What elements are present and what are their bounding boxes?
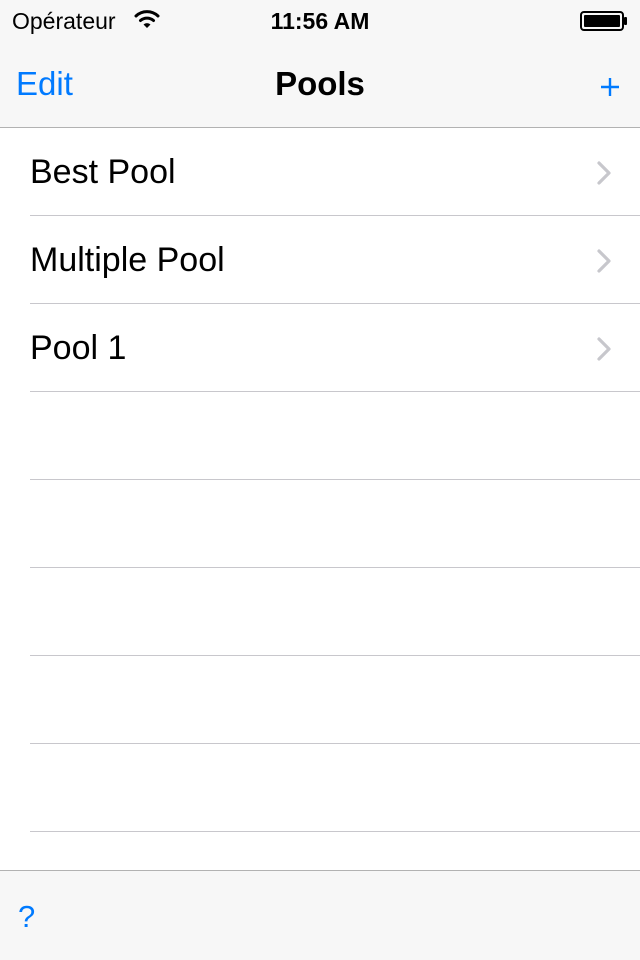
chevron-right-icon	[597, 161, 611, 185]
plus-icon[interactable]	[594, 70, 626, 102]
empty-row	[30, 392, 640, 480]
pool-list: Best Pool Multiple Pool Pool 1	[0, 128, 640, 832]
page-title: Pools	[275, 65, 365, 102]
pool-row-pool-1[interactable]: Pool 1	[30, 304, 640, 392]
empty-row	[30, 744, 640, 832]
navigation-header: Opérateur 11:56 AM Edit Pools	[0, 0, 640, 128]
bottom-toolbar: ?	[0, 870, 640, 960]
chevron-right-icon	[597, 249, 611, 273]
pool-row-best-pool[interactable]: Best Pool	[30, 128, 640, 216]
status-bar: Opérateur 11:56 AM	[0, 0, 640, 40]
empty-row	[30, 480, 640, 568]
pool-label: Pool 1	[30, 329, 127, 367]
status-time: 11:56 AM	[270, 8, 370, 34]
chevron-right-icon	[597, 337, 611, 361]
pool-row-multiple-pool[interactable]: Multiple Pool	[30, 216, 640, 304]
help-button[interactable]: ?	[18, 899, 35, 935]
pool-label: Multiple Pool	[30, 241, 225, 279]
pool-label: Best Pool	[30, 153, 176, 191]
empty-row	[30, 568, 640, 656]
empty-row	[30, 656, 640, 744]
battery-icon	[580, 11, 627, 31]
